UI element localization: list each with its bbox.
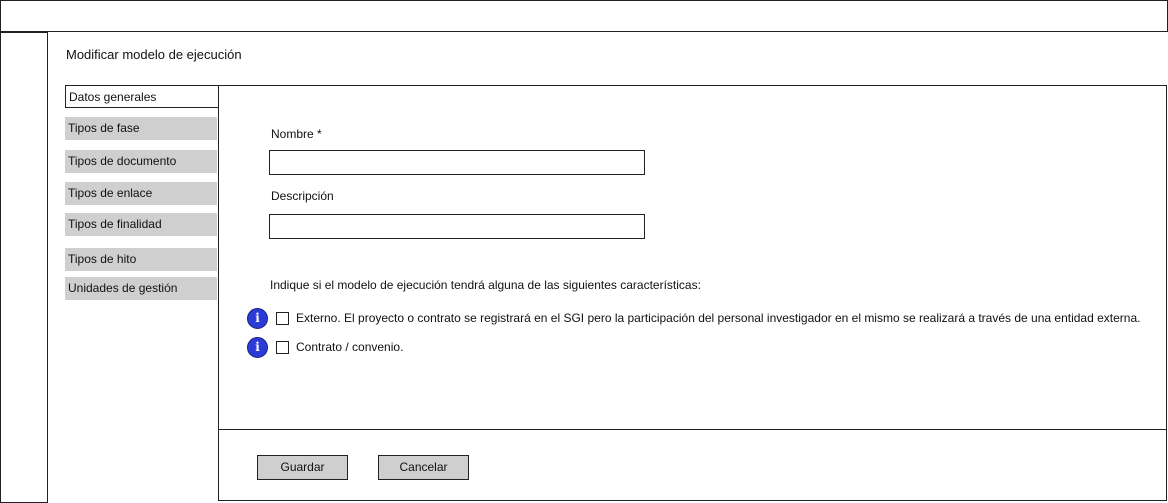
- cancel-button[interactable]: Cancelar: [378, 455, 469, 480]
- contrato-convenio-label: Contrato / convenio.: [296, 340, 404, 354]
- left-rail: [0, 32, 48, 503]
- tab-tipos-de-finalidad[interactable]: Tipos de finalidad: [65, 213, 217, 236]
- page-title: Modificar modelo de ejecución: [66, 47, 242, 62]
- tab-tipos-de-fase[interactable]: Tipos de fase: [65, 117, 217, 140]
- info-icon[interactable]: i: [247, 307, 268, 329]
- nombre-label: Nombre *: [271, 127, 322, 141]
- top-bar: [0, 0, 1168, 32]
- nombre-field[interactable]: [269, 150, 645, 175]
- tab-unidades-de-gestion[interactable]: Unidades de gestión: [65, 277, 217, 300]
- externo-checkbox[interactable]: [276, 311, 289, 325]
- info-icon[interactable]: i: [247, 336, 268, 358]
- descripcion-label: Descripción: [271, 189, 334, 203]
- tab-tipos-de-enlace[interactable]: Tipos de enlace: [65, 182, 217, 205]
- save-button[interactable]: Guardar: [257, 455, 348, 480]
- form-footer: [218, 429, 1167, 501]
- option-externo-row: i Externo. El proyecto o contrato se reg…: [247, 307, 1141, 329]
- option-contrato-row: i Contrato / convenio.: [247, 336, 404, 358]
- descripcion-field[interactable]: [269, 214, 645, 239]
- tab-datos-generales[interactable]: Datos generales: [65, 85, 218, 108]
- tab-tipos-de-documento[interactable]: Tipos de documento: [65, 150, 217, 173]
- tab-tipos-de-hito[interactable]: Tipos de hito: [65, 248, 217, 271]
- characteristics-prompt: Indique si el modelo de ejecución tendrá…: [270, 278, 701, 292]
- externo-label: Externo. El proyecto o contrato se regis…: [296, 311, 1141, 325]
- contrato-convenio-checkbox[interactable]: [276, 340, 289, 354]
